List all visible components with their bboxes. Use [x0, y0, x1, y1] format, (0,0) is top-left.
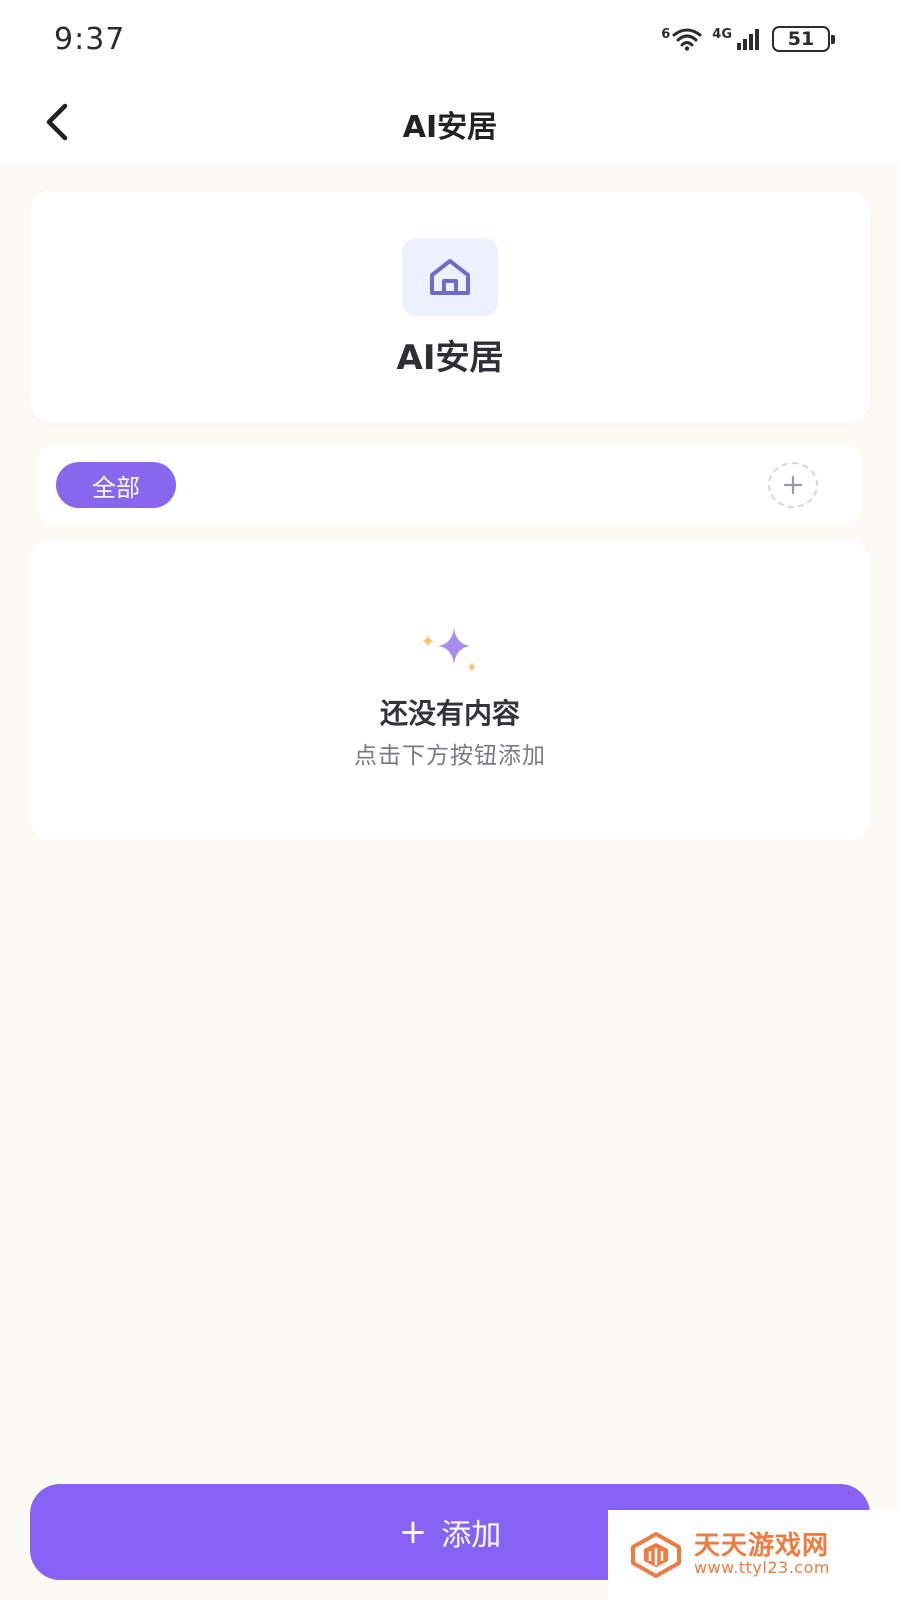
status-time: 9:37: [54, 22, 126, 57]
status-bar: 9:37 6 4G 51: [0, 0, 900, 80]
battery-level: 51: [787, 28, 815, 50]
empty-state-title: 还没有内容: [379, 697, 520, 730]
watermark-logo-icon: [631, 1532, 681, 1578]
watermark: 天天游戏网 www.ttyl23.com: [608, 1510, 900, 1600]
nav-bar: AI安居: [0, 80, 900, 164]
sparkle-icon: [422, 628, 476, 672]
add-button-label: 添加: [441, 1518, 502, 1553]
network-label: 4G: [712, 26, 732, 42]
watermark-url: www.ttyl23.com: [694, 1558, 830, 1578]
tab-all[interactable]: 全部: [56, 462, 176, 508]
page-title: AI安居: [402, 110, 498, 145]
wifi-label: 6: [661, 26, 671, 42]
wifi-icon: [672, 28, 702, 51]
watermark-text: 天天游戏网 www.ttyl23.com: [694, 1530, 830, 1578]
hero-title: AI安居: [396, 338, 504, 378]
watermark-name: 天天游戏网: [694, 1530, 830, 1561]
status-icons: 6 4G 51: [661, 24, 835, 54]
plus-icon: [783, 475, 803, 495]
add-category-button[interactable]: [768, 462, 818, 508]
plus-icon: +: [398, 1512, 428, 1552]
battery-icon: 51: [772, 26, 835, 52]
home-icon: [430, 259, 470, 295]
empty-state-subtitle: 点击下方按钮添加: [354, 743, 546, 769]
hero-card: AI安居: [30, 190, 870, 422]
hero-icon-container: [402, 238, 498, 316]
empty-state-card: 还没有内容 点击下方按钮添加: [30, 540, 870, 840]
category-tabs: 全部: [38, 444, 862, 526]
screen: 9:37 6 4G 51 AI安居 AI安居 全部 还没有内容 点击下方按钮添加…: [0, 0, 900, 1600]
signal-icon: [737, 29, 759, 50]
